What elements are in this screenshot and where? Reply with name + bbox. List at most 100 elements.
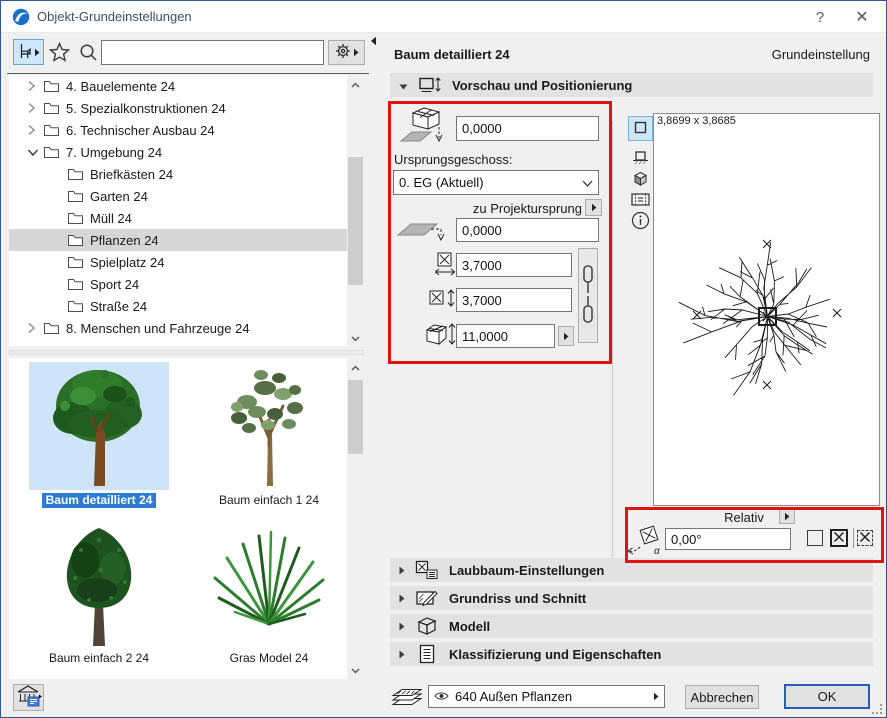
- thumbnail-item-selected[interactable]: Baum detailliert 24: [21, 362, 177, 508]
- tree-plan-drawing: [654, 114, 879, 505]
- tree-item-selected[interactable]: Pflanzen 24: [9, 229, 347, 251]
- dialog-title: Objekt-Grundeinstellungen: [37, 9, 192, 24]
- home-story-label: Ursprungsgeschoss:: [394, 152, 513, 167]
- height-dimension-icon: [424, 321, 456, 350]
- to-project-origin-menu-button[interactable]: [585, 199, 602, 216]
- thumbnail-image-baum-einfach-1: [199, 362, 339, 490]
- library-manager-button[interactable]: [13, 684, 44, 711]
- mode-label: Grundeinstellung: [772, 47, 870, 62]
- section-title: Laubbaum-Einstellungen: [449, 563, 604, 578]
- folder-view-button[interactable]: [13, 39, 44, 65]
- tree-item-label: 5. Spezialkonstruktionen 24: [66, 101, 226, 116]
- search-icon[interactable]: [79, 43, 98, 65]
- chain-link-icon: [580, 263, 596, 328]
- elevation-to-story-input[interactable]: [456, 116, 599, 141]
- folder-icon: [67, 189, 90, 203]
- caret-right-icon: [399, 619, 405, 634]
- mirror-toggle[interactable]: [807, 530, 823, 546]
- tree-item[interactable]: 7. Umgebung 24: [9, 141, 347, 163]
- tree-item[interactable]: 4. Bauelemente 24: [9, 75, 347, 97]
- thumbnail-item[interactable]: Gras Model 24: [191, 520, 347, 666]
- width-dimension-icon: [433, 251, 457, 280]
- rotation-angle-icon: α: [626, 523, 664, 560]
- resize-grip[interactable]: [872, 703, 883, 718]
- caret-down-icon: [399, 78, 408, 93]
- scroll-up-icon[interactable]: [347, 77, 364, 92]
- tree-item[interactable]: Garten 24: [9, 185, 347, 207]
- hotspot-toggle-dashed[interactable]: [857, 530, 873, 546]
- section-header-laubbaum[interactable]: Laubbaum-Einstellungen: [390, 558, 873, 582]
- layer-value: 640 Außen Pflanzen: [455, 689, 647, 704]
- tree-item-label: 4. Bauelemente 24: [66, 79, 175, 94]
- archicad-logo-icon: [12, 8, 30, 29]
- layer-select[interactable]: 640 Außen Pflanzen: [428, 685, 665, 708]
- height-input[interactable]: [456, 324, 555, 348]
- ok-label: OK: [818, 689, 837, 704]
- folder-icon: [67, 299, 90, 313]
- tree-item[interactable]: Spielplatz 24: [9, 251, 347, 273]
- elevation-to-story-icon: [399, 105, 453, 150]
- search-input[interactable]: [101, 40, 324, 65]
- section-header-preview-positioning[interactable]: Vorschau und Positionierung: [390, 73, 873, 97]
- scroll-down-icon[interactable]: [347, 663, 364, 678]
- tree-item-label: Garten 24: [90, 189, 148, 204]
- width-input[interactable]: [456, 253, 572, 277]
- ok-button[interactable]: OK: [784, 684, 870, 709]
- chevron-right-icon[interactable]: [27, 322, 43, 334]
- chevron-right-icon[interactable]: [27, 124, 43, 136]
- scroll-down-icon[interactable]: [347, 331, 364, 346]
- folder-icon: [67, 277, 90, 291]
- link-dimensions-button[interactable]: [578, 248, 598, 343]
- tree-item[interactable]: Straße 24: [9, 295, 347, 317]
- cube-3d-icon: [632, 170, 649, 190]
- elevation-to-origin-icon: [395, 215, 449, 244]
- tree-scrollbar[interactable]: [347, 77, 364, 346]
- chevron-right-icon[interactable]: [27, 80, 43, 92]
- caret-right-icon: [399, 591, 405, 606]
- rotation-angle-input[interactable]: [665, 528, 791, 550]
- hotspot-toggle-active[interactable]: [830, 529, 848, 547]
- panel-splitter[interactable]: [9, 350, 364, 355]
- close-button[interactable]: ✕: [851, 7, 873, 27]
- tree-scrollbar-thumb[interactable]: [348, 157, 363, 285]
- tree-item[interactable]: 5. Spezialkonstruktionen 24: [9, 97, 347, 119]
- section-title: Klassifizierung und Eigenschaften: [449, 647, 661, 662]
- height-menu-button[interactable]: [558, 326, 574, 346]
- cancel-button[interactable]: Abbrechen: [685, 685, 759, 709]
- preview-mode-info-button[interactable]: [628, 209, 653, 234]
- thumbnail-label: Baum detailliert 24: [42, 493, 157, 508]
- tree-item[interactable]: 6. Technischer Ausbau 24: [9, 119, 347, 141]
- tree-item-label: 6. Technischer Ausbau 24: [66, 123, 215, 138]
- tree-item[interactable]: Sport 24: [9, 273, 347, 295]
- submenu-arrow-icon: [34, 45, 40, 60]
- section-header-grundriss[interactable]: Grundriss und Schnitt: [390, 586, 873, 610]
- home-story-select[interactable]: 0. EG (Aktuell): [393, 170, 599, 195]
- collapse-panel-arrow-icon[interactable]: [370, 34, 377, 49]
- thumbnail-item[interactable]: Baum einfach 1 24: [191, 362, 347, 508]
- caret-right-icon: [399, 647, 405, 662]
- tree-item-label: 8. Menschen und Fahrzeuge 24: [66, 321, 250, 336]
- chevron-down-icon[interactable]: [27, 148, 43, 157]
- thumbnail-image-gras-model: [199, 520, 339, 648]
- settings-menu-button[interactable]: [328, 40, 365, 65]
- preview-mode-plan-button[interactable]: [628, 116, 653, 141]
- thumbnail-scrollbar[interactable]: [347, 360, 364, 678]
- depth-input[interactable]: [456, 288, 572, 312]
- elevation-to-origin-input[interactable]: [456, 218, 599, 242]
- section-header-modell[interactable]: Modell: [390, 614, 873, 638]
- thumbnail-label: Gras Model 24: [226, 651, 313, 666]
- relative-label: Relativ: [713, 510, 775, 525]
- relative-menu-button[interactable]: [779, 508, 795, 524]
- tree-item[interactable]: 8. Menschen und Fahrzeuge 24: [9, 317, 347, 339]
- help-button[interactable]: ?: [809, 7, 831, 27]
- scroll-up-icon[interactable]: [347, 360, 364, 375]
- section-header-klassifizierung[interactable]: Klassifizierung und Eigenschaften: [390, 642, 873, 666]
- chevron-right-icon[interactable]: [27, 102, 43, 114]
- thumbnail-scrollbar-thumb[interactable]: [348, 380, 363, 454]
- tree-item[interactable]: Briefkästen 24: [9, 163, 347, 185]
- thumbnail-item[interactable]: Baum einfach 2 24: [21, 520, 177, 666]
- object-preview-canvas[interactable]: 3,8699 x 3,8685: [653, 113, 880, 506]
- plan-section-icon: [414, 589, 440, 607]
- favorites-star-icon[interactable]: [49, 42, 70, 65]
- tree-item[interactable]: Müll 24: [9, 207, 347, 229]
